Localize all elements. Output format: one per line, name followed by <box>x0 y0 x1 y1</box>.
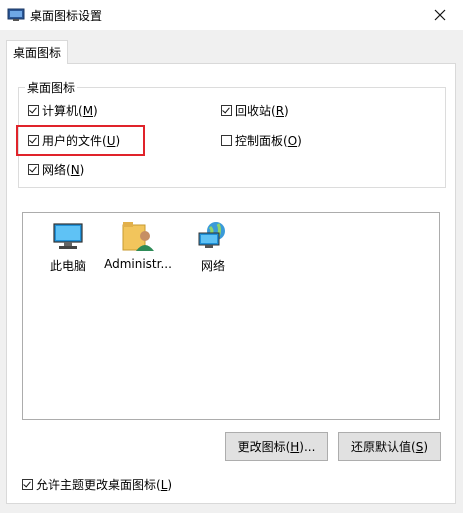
list-item-administrator[interactable]: Administr... <box>103 219 173 271</box>
button-label: 还原默认值(S) <box>351 440 428 454</box>
tab-desktop-icons[interactable]: 桌面图标 <box>6 40 68 64</box>
group-label: 桌面图标 <box>25 79 78 96</box>
tab-panel: 桌面图标 计算机(M) 回收站(R) 用户的文件(U) 控制面板(O) 网络(N… <box>6 63 456 504</box>
title-bar: 桌面图标设置 <box>0 0 463 30</box>
user-folder-icon <box>122 222 154 251</box>
list-item-label: Administr... <box>104 257 172 271</box>
tab-label: 桌面图标 <box>12 46 61 60</box>
list-item-this-pc[interactable]: 此电脑 <box>33 219 103 274</box>
recycle-bin-checkbox-row[interactable]: 回收站(R) <box>221 101 289 119</box>
computer-icon <box>53 223 83 249</box>
restore-default-button[interactable]: 还原默认值(S) <box>338 432 441 461</box>
close-button[interactable] <box>417 0 463 30</box>
recycle-bin-checkbox[interactable] <box>221 104 232 116</box>
desktop-settings-icon <box>7 8 25 21</box>
close-icon <box>434 9 446 21</box>
control-panel-checkbox-row[interactable]: 控制面板(O) <box>221 131 302 149</box>
allow-themes-label: 允许主题更改桌面图标(L) <box>36 478 173 492</box>
allow-themes-checkbox[interactable] <box>22 479 33 490</box>
computer-label: 计算机(M) <box>42 103 98 118</box>
allow-themes-checkbox-row[interactable]: 允许主题更改桌面图标(L) <box>22 476 172 493</box>
list-item-label: 此电脑 <box>49 259 86 273</box>
network-checkbox[interactable] <box>28 163 39 175</box>
icon-list-view[interactable]: 此电脑 Administr... 网络 <box>22 212 440 420</box>
computer-checkbox-row[interactable]: 计算机(M) <box>28 101 98 119</box>
highlight-box <box>16 125 145 156</box>
network-checkbox-row[interactable]: 网络(N) <box>28 160 84 178</box>
control-panel-label: 控制面板(O) <box>235 133 302 148</box>
computer-checkbox[interactable] <box>28 104 39 116</box>
window-title: 桌面图标设置 <box>30 9 103 23</box>
control-panel-checkbox[interactable] <box>221 134 232 146</box>
recycle-bin-label: 回收站(R) <box>235 103 289 118</box>
list-item-label: 网络 <box>200 259 225 273</box>
network-label: 网络(N) <box>42 162 85 177</box>
button-label: 更改图标(H)... <box>237 440 316 454</box>
network-icon <box>198 222 225 248</box>
list-item-network[interactable]: 网络 <box>178 219 248 274</box>
change-icon-button[interactable]: 更改图标(H)... <box>225 432 328 461</box>
